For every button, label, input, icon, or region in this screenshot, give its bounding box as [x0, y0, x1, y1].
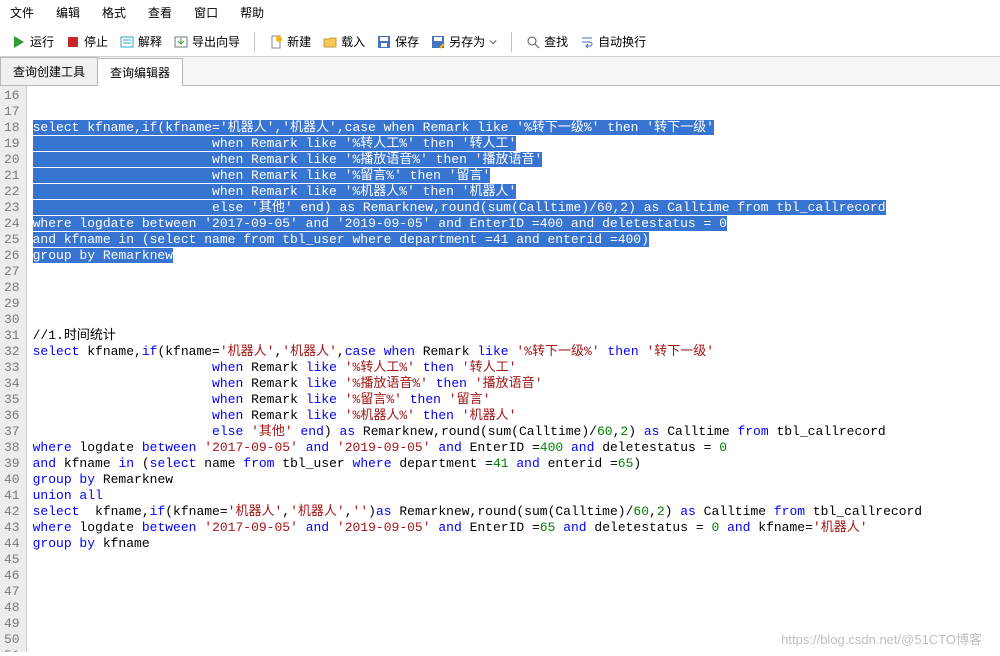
saveas-icon: [431, 35, 445, 49]
stop-label: 停止: [84, 33, 108, 50]
export-label: 导出向导: [192, 33, 240, 50]
menu-view[interactable]: 查看: [148, 4, 172, 21]
chevron-down-icon: [489, 38, 497, 46]
explain-label: 解释: [138, 33, 162, 50]
export-button[interactable]: 导出向导: [170, 31, 244, 52]
run-button[interactable]: 运行: [8, 31, 58, 52]
saveas-label: 另存为: [449, 33, 485, 50]
explain-icon: [120, 35, 134, 49]
saveas-button[interactable]: 另存为: [427, 31, 501, 52]
menu-file[interactable]: 文件: [10, 4, 34, 21]
code-editor[interactable]: 1617181920212223242526272829303132333435…: [0, 86, 1000, 652]
export-icon: [174, 35, 188, 49]
wrap-label: 自动换行: [598, 33, 646, 50]
stop-button[interactable]: 停止: [62, 31, 112, 52]
load-icon: [323, 35, 337, 49]
load-label: 载入: [341, 33, 365, 50]
find-label: 查找: [544, 33, 568, 50]
code-area[interactable]: select kfname,if(kfname='机器人','机器人',case…: [27, 86, 1000, 652]
tabs: 查询创建工具 查询编辑器: [0, 57, 1000, 86]
save-label: 保存: [395, 33, 419, 50]
find-button[interactable]: 查找: [522, 31, 572, 52]
wrap-icon: [580, 35, 594, 49]
tab-query-editor[interactable]: 查询编辑器: [97, 58, 183, 86]
search-icon: [526, 35, 540, 49]
play-icon: [12, 35, 26, 49]
new-label: 新建: [287, 33, 311, 50]
menu-window[interactable]: 窗口: [194, 4, 218, 21]
run-label: 运行: [30, 33, 54, 50]
save-button[interactable]: 保存: [373, 31, 423, 52]
menu-edit[interactable]: 编辑: [56, 4, 80, 21]
new-icon: [269, 35, 283, 49]
menu-format[interactable]: 格式: [102, 4, 126, 21]
new-button[interactable]: 新建: [265, 31, 315, 52]
explain-button[interactable]: 解释: [116, 31, 166, 52]
line-gutter: 1617181920212223242526272829303132333435…: [0, 86, 27, 652]
load-button[interactable]: 载入: [319, 31, 369, 52]
wrap-button[interactable]: 自动换行: [576, 31, 650, 52]
separator: [511, 32, 512, 52]
tab-query-builder[interactable]: 查询创建工具: [0, 57, 98, 85]
save-icon: [377, 35, 391, 49]
menu-help[interactable]: 帮助: [240, 4, 264, 21]
toolbar: 运行 停止 解释 导出向导 新建 载入 保存 另存为 查找 自动换行: [0, 27, 1000, 57]
separator: [254, 32, 255, 52]
stop-icon: [66, 35, 80, 49]
watermark: https://blog.csdn.net/@51CTO博客: [781, 629, 982, 648]
menubar: 文件 编辑 格式 查看 窗口 帮助: [0, 0, 1000, 27]
